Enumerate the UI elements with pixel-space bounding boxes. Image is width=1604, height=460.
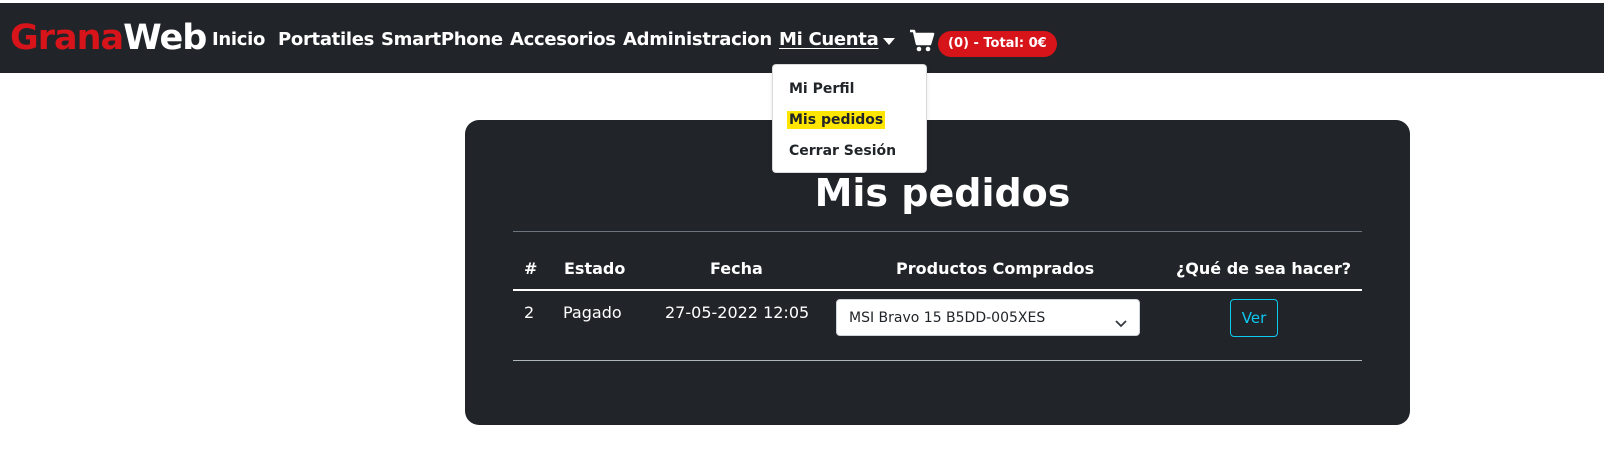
column-header-productos: Productos Comprados — [896, 259, 1095, 278]
nav-portatiles[interactable]: Portatiles — [278, 29, 374, 51]
productos-select[interactable]: MSI Bravo 15 B5DD-005XES — [836, 299, 1140, 336]
nav-smartphone[interactable]: SmartPhone — [381, 29, 503, 51]
cell-order-number: 2 — [524, 303, 535, 322]
chevron-down-icon — [1115, 313, 1127, 328]
column-header-fecha: Fecha — [710, 259, 763, 278]
productos-select-value: MSI Bravo 15 B5DD-005XES — [849, 310, 1046, 326]
row-divider — [513, 360, 1362, 361]
header-divider — [513, 289, 1362, 291]
nav-administracion[interactable]: Administracion — [623, 29, 772, 51]
title-divider — [513, 231, 1362, 232]
brand-part-grana: Grana — [10, 18, 124, 58]
dropdown-item-mi-perfil[interactable]: Mi Perfil — [789, 80, 854, 98]
nav-inicio[interactable]: Inicio — [212, 29, 265, 51]
caret-down-icon[interactable] — [883, 38, 895, 45]
navbar: GranaWeb Inicio Portatiles SmartPhone Ac… — [0, 3, 1604, 73]
nav-accesorios[interactable]: Accesorios — [510, 29, 616, 51]
column-header-acciones: ¿Qué de sea hacer? — [1176, 259, 1352, 278]
nav-mi-cuenta[interactable]: Mi Cuenta — [779, 29, 879, 51]
orders-panel: Mis pedidos # Estado Fecha Productos Com… — [465, 120, 1410, 425]
brand-part-web: Web — [123, 18, 207, 58]
brand-logo[interactable]: GranaWeb — [10, 18, 207, 58]
cell-fecha: 27-05-2022 12:05 — [665, 303, 810, 322]
ver-button[interactable]: Ver — [1230, 299, 1278, 337]
dropdown-item-mis-pedidos[interactable]: Mis pedidos — [787, 111, 886, 129]
cart-total-badge[interactable]: (0) - Total: 0€ — [938, 31, 1057, 57]
shopping-cart-icon[interactable] — [909, 29, 935, 53]
dropdown-item-mis-pedidos-label: Mis pedidos — [787, 111, 886, 129]
column-header-number: # — [524, 259, 538, 278]
cell-estado: Pagado — [563, 303, 622, 322]
page-title: Mis pedidos — [814, 171, 1071, 215]
column-header-estado: Estado — [564, 259, 626, 278]
dropdown-item-cerrar-sesion[interactable]: Cerrar Sesión — [789, 142, 896, 160]
account-dropdown-menu: Mi Perfil Mis pedidos Cerrar Sesión — [772, 64, 927, 173]
